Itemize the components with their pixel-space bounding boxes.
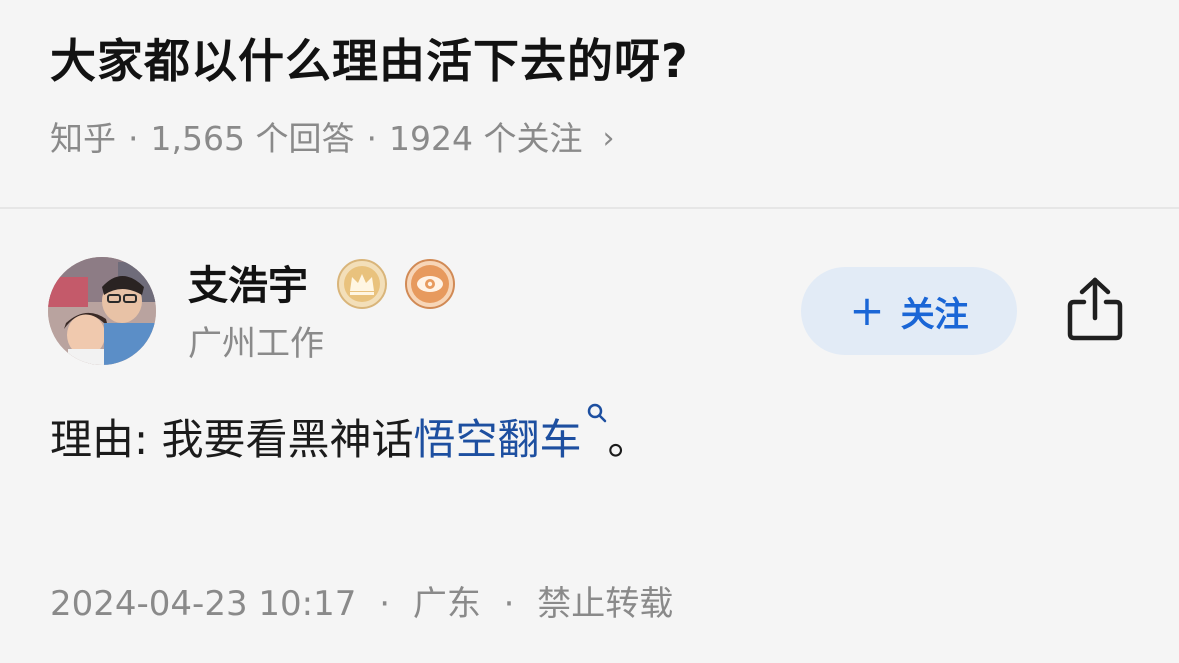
author-headline: 广州工作 <box>188 324 324 364</box>
question-meta[interactable]: 知乎 · 1,565 个回答 · 1924 个关注 › <box>50 114 614 164</box>
copyright-notice: 禁止转载 <box>537 584 674 624</box>
chevron-right-icon: › <box>602 121 615 156</box>
answer-text: 理由: 我要看黑神话 <box>50 415 414 464</box>
follow-button-label: 关注 <box>900 294 969 335</box>
plus-icon: + <box>849 286 885 335</box>
followers-count: 1924 个关注 <box>388 119 583 158</box>
answer-location: 广东 <box>412 584 481 624</box>
avatar-photo <box>48 257 156 365</box>
crown-badge-icon[interactable] <box>336 258 388 310</box>
answers-count: 1,565 个回答 <box>150 119 355 158</box>
eye-badge-icon[interactable] <box>404 258 456 310</box>
footer-separator: · <box>503 584 515 624</box>
answer-datetime: 2024-04-23 10:17 <box>50 584 357 624</box>
answer-content: 理由: 我要看黑神话悟空翻车 。 <box>50 403 650 472</box>
answer-page: 大家都以什么理由活下去的呀? 知乎 · 1,565 个回答 · 1924 个关注… <box>0 0 1179 663</box>
meta-separator: · <box>366 119 377 158</box>
divider <box>0 207 1179 209</box>
share-icon[interactable] <box>1064 276 1126 344</box>
follow-button[interactable]: + 关注 <box>801 267 1017 355</box>
author-name[interactable]: 支浩宇 <box>188 256 308 316</box>
answer-text-end: 。 <box>607 415 650 464</box>
footer-separator: · <box>379 584 391 624</box>
question-title[interactable]: 大家都以什么理由活下去的呀? <box>50 26 689 96</box>
question-source: 知乎 <box>50 119 116 158</box>
search-icon[interactable] <box>586 402 608 424</box>
answer-footer: 2024-04-23 10:17 · 广东 · 禁止转载 <box>50 578 673 630</box>
search-keyword-link[interactable]: 悟空翻车 <box>414 415 582 464</box>
meta-separator: · <box>128 119 139 158</box>
avatar[interactable] <box>48 257 156 365</box>
